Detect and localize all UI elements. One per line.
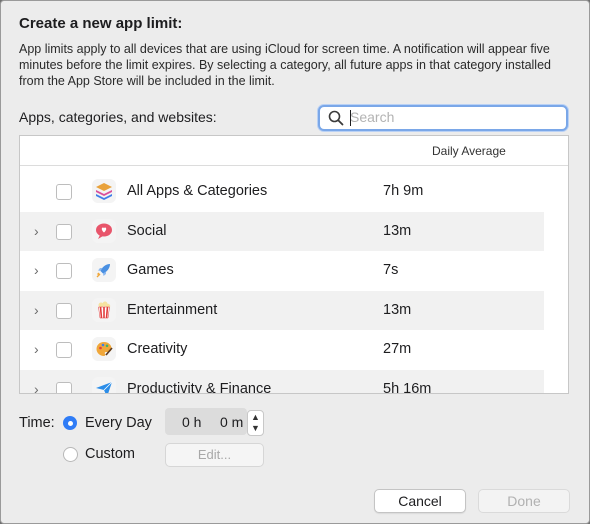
row-daily-average: 13m (383, 301, 412, 318)
row-name: All Apps & Categories (127, 183, 268, 199)
row-checkbox[interactable] (56, 381, 72, 393)
search-input[interactable] (350, 108, 556, 126)
row-checkbox[interactable] (56, 302, 72, 319)
table-row[interactable]: › Creativity 27m (20, 330, 544, 370)
layers-icon (92, 179, 116, 203)
time-stepper[interactable]: ▲ ▼ (247, 410, 264, 436)
row-checkbox[interactable] (56, 342, 72, 359)
disclosure-chevron-icon[interactable]: › (34, 342, 44, 356)
row-checkbox[interactable] (56, 184, 72, 200)
row-name: Entertainment (127, 301, 218, 318)
apps-table[interactable]: Daily Average All Apps & Categories 7h 9m… (19, 135, 569, 394)
palette-icon (92, 337, 116, 362)
every-day-radio[interactable] (63, 416, 77, 430)
done-button[interactable]: Done (478, 489, 570, 513)
table-body: All Apps & Categories 7h 9m › Social 13m › Gam… (20, 172, 568, 394)
picker-label: Apps, categories, and websites: (19, 109, 217, 125)
minutes-value[interactable]: 0 m (220, 414, 243, 430)
disclosure-chevron-icon[interactable]: › (34, 303, 44, 317)
popcorn-icon (92, 297, 116, 322)
search-field[interactable] (318, 105, 568, 131)
table-row[interactable]: › Social 13m (20, 211, 544, 252)
app-limit-dialog: Create a new app limit: App limits apply… (0, 0, 590, 524)
cancel-button[interactable]: Cancel (374, 489, 466, 513)
custom-radio[interactable] (63, 447, 78, 462)
time-duration-field[interactable]: 0 h 0 m (165, 408, 247, 435)
time-label: Time: (19, 415, 55, 431)
disclosure-chevron-icon[interactable]: › (34, 263, 44, 277)
disclosure-chevron-icon[interactable]: › (34, 382, 44, 393)
dialog-title: Create a new app limit: (19, 15, 183, 32)
row-name: Social (127, 222, 167, 239)
chat-bubble-icon (92, 218, 116, 243)
edit-custom-button[interactable]: Edit... (165, 443, 264, 467)
row-daily-average: 13m (383, 222, 412, 239)
table-row[interactable]: › Games 7s (20, 251, 544, 291)
every-day-label[interactable]: Every Day (85, 415, 152, 431)
table-row[interactable]: › Entertainment 13m (20, 290, 544, 331)
table-row[interactable]: › Productivity & Finance 5h 16m (20, 369, 544, 394)
row-name: Productivity & Finance (127, 380, 272, 394)
column-daily-average[interactable]: Daily Average (432, 144, 506, 158)
row-checkbox[interactable] (56, 223, 72, 240)
paper-plane-icon (92, 376, 116, 393)
hours-value[interactable]: 0 h (182, 414, 201, 430)
disclosure-chevron-icon[interactable]: › (34, 224, 44, 238)
dialog-description: App limits apply to all devices that are… (19, 42, 551, 88)
search-icon (328, 110, 344, 126)
text-caret (350, 110, 351, 126)
rocket-icon (92, 258, 116, 283)
row-name: Creativity (127, 341, 188, 358)
row-daily-average: 5h 16m (383, 380, 432, 394)
row-name: Games (127, 262, 174, 279)
row-daily-average: 7s (383, 262, 399, 279)
custom-label[interactable]: Custom (85, 446, 135, 462)
table-row[interactable]: All Apps & Categories 7h 9m (20, 172, 544, 212)
stepper-down-icon[interactable]: ▼ (251, 424, 260, 433)
row-daily-average: 7h 9m (383, 183, 424, 199)
row-checkbox[interactable] (56, 263, 72, 280)
table-header: Daily Average (20, 136, 568, 166)
stepper-up-icon[interactable]: ▲ (251, 413, 260, 422)
row-daily-average: 27m (383, 341, 412, 358)
